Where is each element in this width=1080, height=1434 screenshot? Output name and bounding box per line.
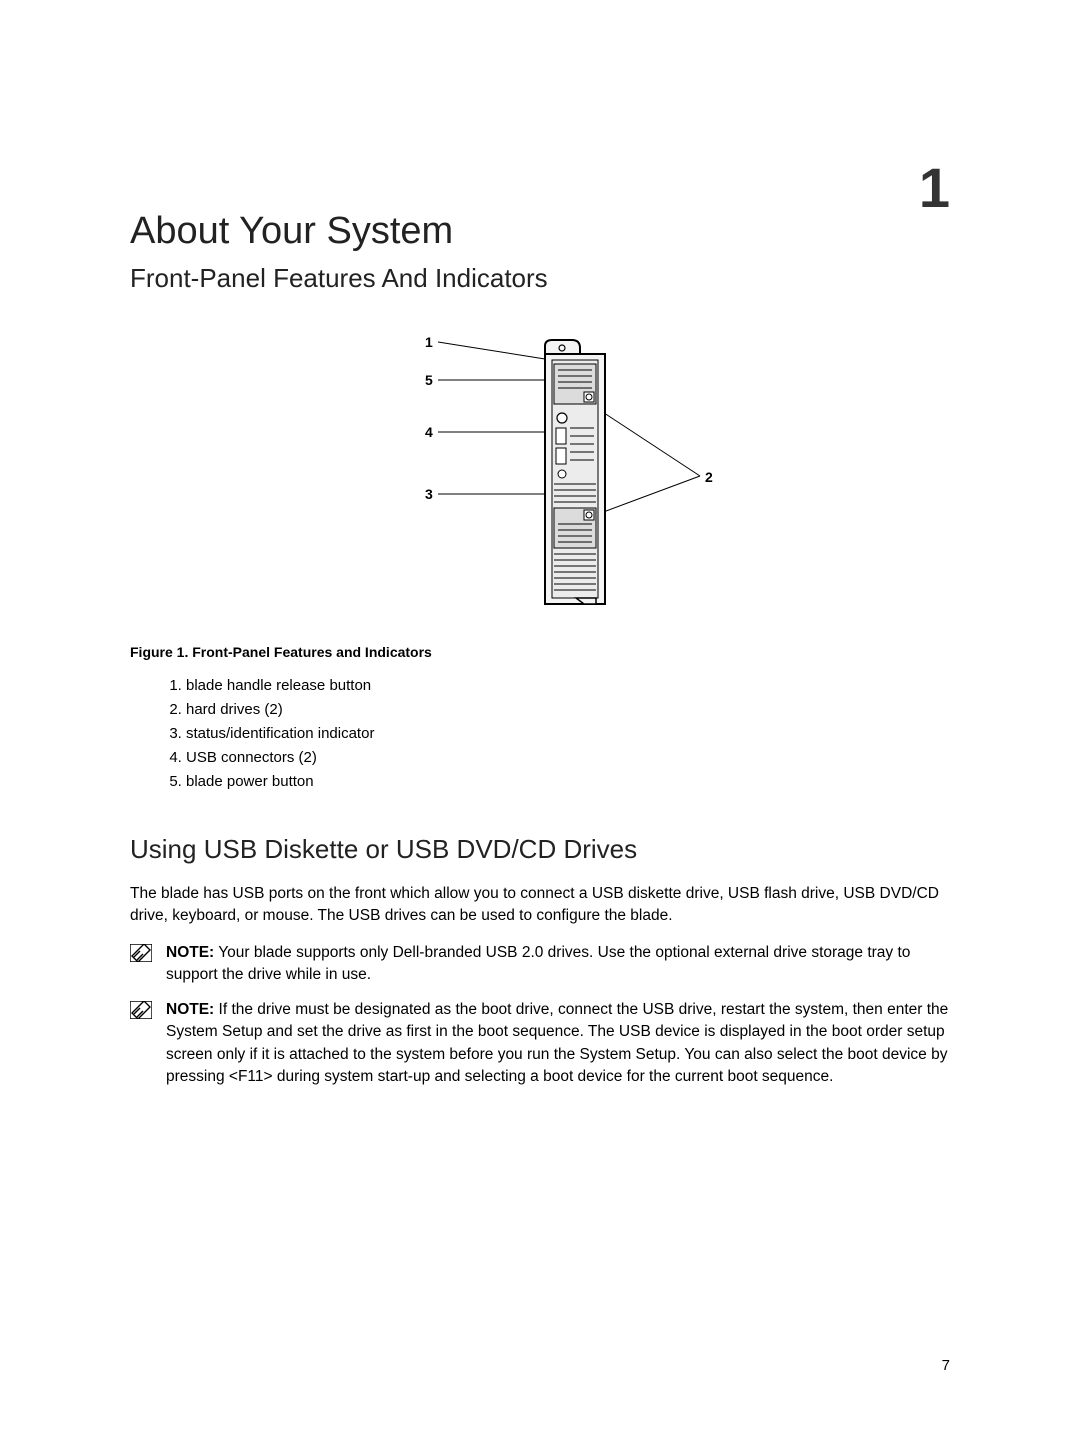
figure-front-panel: 1 5 4 3 2	[130, 324, 950, 624]
callout-item-5: blade power button	[186, 770, 950, 794]
note-icon	[130, 944, 158, 967]
callout-item-2: hard drives (2)	[186, 698, 950, 722]
note-2: NOTE: If the drive must be designated as…	[130, 999, 950, 1089]
callout-label-5: 5	[425, 372, 433, 388]
callout-label-4: 4	[425, 424, 433, 440]
note-1: NOTE: Your blade supports only Dell-bran…	[130, 942, 950, 987]
note-icon	[130, 1001, 158, 1024]
note-label: NOTE:	[166, 944, 214, 961]
callout-list: blade handle release button hard drives …	[130, 674, 950, 794]
chapter-number: 1	[919, 155, 950, 220]
note-2-text: If the drive must be designated as the b…	[166, 1001, 948, 1085]
section-heading-usb: Using USB Diskette or USB DVD/CD Drives	[130, 834, 950, 865]
usb-paragraph: The blade has USB ports on the front whi…	[130, 883, 950, 928]
page-title: About Your System	[130, 210, 950, 253]
callout-item-4: USB connectors (2)	[186, 746, 950, 770]
note-label: NOTE:	[166, 1001, 214, 1018]
note-1-text: Your blade supports only Dell-branded US…	[166, 944, 910, 983]
callout-item-1: blade handle release button	[186, 674, 950, 698]
figure-caption: Figure 1. Front-Panel Features and Indic…	[130, 644, 950, 660]
section-heading-front-panel: Front-Panel Features And Indicators	[130, 263, 950, 294]
callout-label-3: 3	[425, 486, 433, 502]
callout-label-1: 1	[425, 334, 433, 350]
callout-item-3: status/identification indicator	[186, 722, 950, 746]
page-number: 7	[942, 1357, 950, 1374]
front-panel-illustration	[340, 324, 740, 624]
callout-label-2: 2	[705, 469, 713, 485]
